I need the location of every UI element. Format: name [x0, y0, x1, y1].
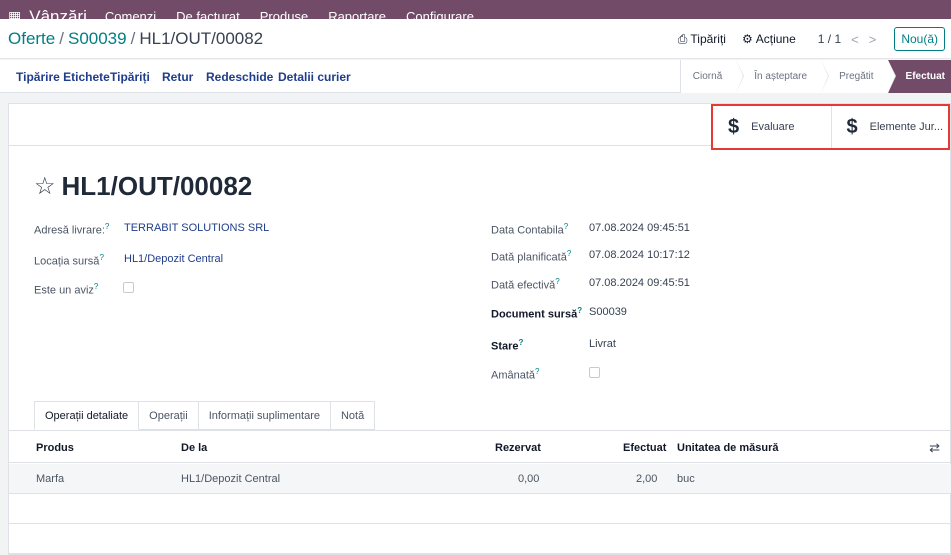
source-location-value[interactable]: HL1/Depozit Central [124, 253, 223, 265]
gear-icon: ⚙ [741, 32, 753, 46]
new-record-button[interactable]: Nou(ă) [894, 27, 945, 51]
breadcrumb-order[interactable]: S00039 [68, 29, 127, 48]
delivery-address-value[interactable]: TERRABIT SOLUTIONS SRL [124, 222, 269, 234]
valuation-smart-button[interactable]: $ Evaluare [713, 106, 831, 148]
cell-reserved: 0,00 [518, 473, 540, 485]
cell-product: Marfa [36, 473, 65, 485]
print-menu-label: Tipăriți [690, 32, 726, 46]
table-row-empty [9, 524, 951, 554]
tab-additional-info[interactable]: Informații suplimentare [198, 401, 331, 430]
print-labels-button[interactable]: Tipărire Etichete [16, 70, 110, 84]
breadcrumb-separator: / [130, 29, 136, 48]
app-brand[interactable]: Vânzări [29, 8, 87, 19]
record-title: HL1/OUT/00082 [61, 171, 253, 201]
chevron-right-icon[interactable]: > [869, 32, 877, 47]
help-tooltip-icon[interactable]: ? [564, 222, 568, 231]
menu-item-products[interactable]: Produse [260, 10, 308, 19]
help-tooltip-icon[interactable]: ? [535, 367, 539, 376]
state-value: Livrat [589, 338, 616, 350]
return-button[interactable]: Retur [162, 70, 193, 84]
accounting-date-label: Data Contabila? [491, 222, 569, 237]
effective-date-label: Dată efectivă? [491, 277, 560, 292]
table-row-empty [9, 494, 951, 524]
menu-item-orders[interactable]: Comenzi [105, 10, 156, 19]
journal-items-label: Elemente Jur... [869, 121, 943, 133]
status-bar: Ciornă În așteptare Pregătit Efectuat [679, 60, 951, 93]
column-uom[interactable]: Unitatea de măsură [677, 442, 778, 454]
help-tooltip-icon[interactable]: ? [567, 249, 571, 258]
column-done[interactable]: Efectuat [623, 442, 666, 454]
postponed-checkbox[interactable] [589, 367, 600, 378]
star-icon[interactable]: ☆ [34, 172, 56, 201]
state-label: Stare? [491, 338, 524, 353]
help-tooltip-icon[interactable]: ? [94, 282, 98, 291]
planned-date-label: Dată planificată? [491, 249, 572, 264]
column-reserved[interactable]: Rezervat [495, 442, 541, 454]
journal-items-smart-button[interactable]: $ Elemente Jur... [830, 106, 948, 148]
menu-item-configuration[interactable]: Configurare [406, 10, 474, 19]
cell-done: 2,00 [636, 473, 658, 485]
cell-uom: buc [677, 473, 695, 485]
stage-ready[interactable]: Pregătit [821, 60, 897, 93]
control-panel: Oferte / S00039/HL1/OUT/00082 ⎙ Tipăriți ⚙ A… [0, 19, 951, 59]
breadcrumb-quotations[interactable]: Oferte [8, 29, 55, 48]
table-row[interactable]: Marfa HL1/Depozit Central 0,00 2,00 buc [9, 464, 951, 494]
is-notice-label: Este un aviz? [34, 282, 99, 297]
source-document-value[interactable]: S00039 [589, 306, 627, 318]
tab-operations[interactable]: Operații [139, 401, 199, 430]
menu-item-to-invoice[interactable]: De facturat [176, 10, 240, 19]
menu-item-reporting[interactable]: Raportare [328, 10, 386, 19]
cell-from: HL1/Depozit Central [181, 473, 281, 485]
reopen-button[interactable]: Redeschide [206, 70, 273, 84]
printer-icon: ⎙ [677, 31, 688, 46]
help-tooltip-icon[interactable]: ? [99, 253, 103, 262]
record-title-row: ☆ HL1/OUT/00082 [34, 171, 252, 202]
help-tooltip-icon[interactable]: ? [105, 222, 109, 231]
smart-buttons-highlight: $ Evaluare $ Elemente Jur... [711, 104, 950, 150]
source-location-label: Locația sursă? [34, 253, 104, 268]
tab-detailed-operations[interactable]: Operații detaliate [34, 401, 140, 430]
print-menu-button[interactable]: ⎙ Tipăriți [678, 32, 726, 47]
courier-details-button[interactable]: Detalii curier [278, 70, 351, 84]
help-tooltip-icon[interactable]: ? [555, 277, 559, 286]
top-navbar: ▦ Vânzări Comenzi De facturat Produse Ra… [0, 0, 951, 19]
stage-done[interactable]: Efectuat [887, 60, 951, 93]
apps-grid-icon[interactable]: ▦ [8, 9, 21, 19]
accounting-date-value[interactable]: 07.08.2024 09:45:51 [589, 222, 690, 234]
table-header: Produs De la Rezervat Efectuat Unitatea … [9, 431, 951, 463]
chevron-left-icon[interactable]: < [851, 32, 859, 47]
valuation-label: Evaluare [751, 121, 795, 133]
form-sheet: $ Evaluare $ Elemente Jur... ☆ HL1/OUT/0… [8, 103, 951, 555]
effective-date-value[interactable]: 07.08.2024 09:45:51 [589, 277, 690, 289]
form-action-bar: Tipărire Etichete Tipăriți Retur Redesch… [0, 60, 951, 93]
dollar-icon: $ [728, 115, 740, 138]
breadcrumb: Oferte / S00039/HL1/OUT/00082 [8, 29, 263, 49]
help-tooltip-icon[interactable]: ? [519, 338, 524, 347]
tab-note[interactable]: Notă [330, 401, 376, 430]
notebook-tabs: Operații detaliate Operații Informații s… [34, 401, 376, 430]
planned-date-value[interactable]: 07.08.2024 10:17:12 [589, 249, 690, 261]
action-menu-label: Acțiune [755, 32, 796, 46]
postponed-label: Amânată? [491, 367, 540, 382]
dollar-icon: $ [846, 115, 858, 138]
control-panel-actions: ⎙ Tipăriți ⚙ Acțiune 1 / 1 < > Nou(ă) [662, 27, 945, 51]
is-notice-checkbox[interactable] [123, 282, 134, 293]
breadcrumb-separator: / [59, 29, 64, 48]
delivery-address-label: Adresă livrare:? [34, 222, 110, 237]
column-product[interactable]: Produs [36, 442, 74, 454]
stage-draft[interactable]: Ciornă [679, 60, 745, 93]
pager-value[interactable]: 1 / 1 [818, 32, 841, 46]
help-tooltip-icon[interactable]: ? [577, 306, 582, 315]
breadcrumb-current: HL1/OUT/00082 [139, 29, 264, 48]
column-from[interactable]: De la [181, 442, 207, 454]
stage-waiting[interactable]: În așteptare [736, 60, 829, 93]
column-settings-icon[interactable]: ⇄ [929, 440, 940, 456]
print-button[interactable]: Tipăriți [110, 70, 150, 84]
action-menu-button[interactable]: ⚙ Acțiune [742, 32, 796, 46]
source-document-label: Document sursă? [491, 306, 583, 321]
